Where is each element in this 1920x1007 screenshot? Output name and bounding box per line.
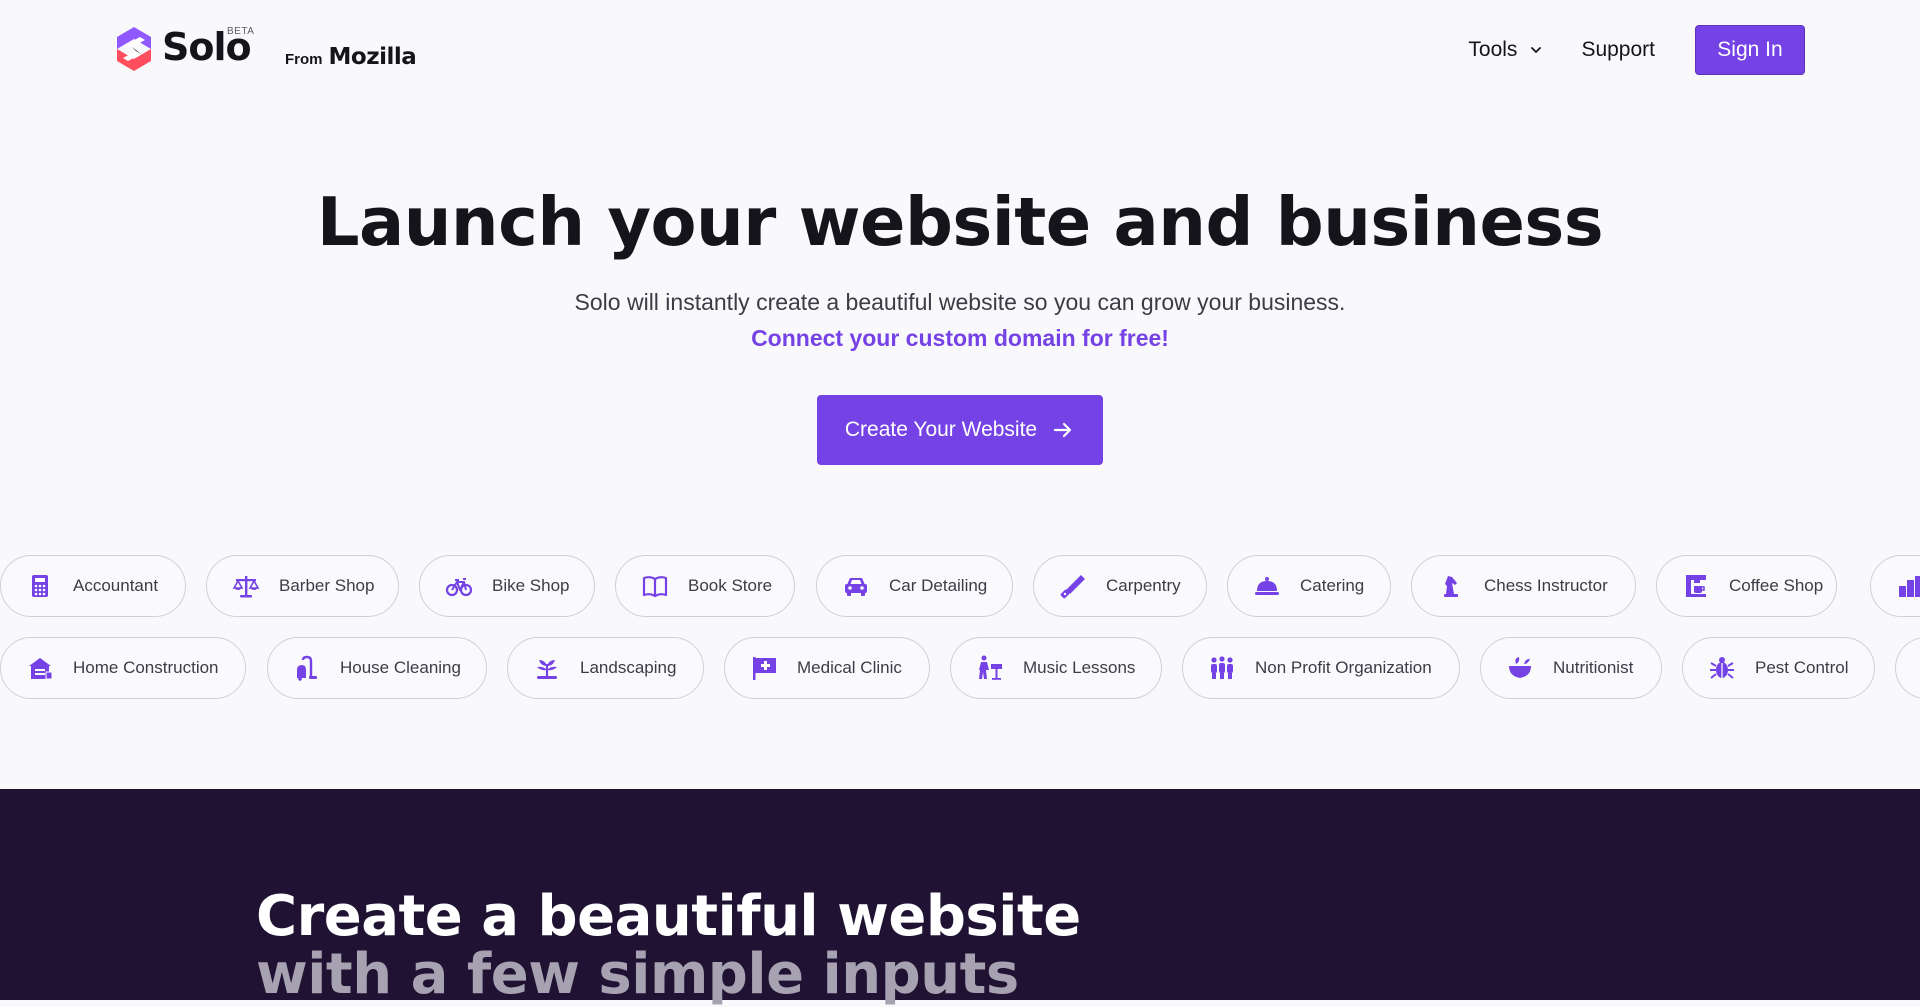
category-label: House Cleaning [340,658,461,677]
category-catering[interactable]: Catering [1227,555,1391,617]
cloche-icon [1252,571,1282,601]
site-header: Solo BETA From Mozilla Tools Support Sig… [0,0,1920,100]
category-label: Nutritionist [1553,658,1634,677]
book-icon [640,571,670,601]
category-label: Carpentry [1106,576,1181,595]
category-label: Landscaping [580,658,677,677]
category-home-construction[interactable]: Home Construction [0,637,246,699]
feature-section: Create a beautiful website with a few si… [0,789,1920,1007]
category-label: Accountant [73,576,159,595]
saw-icon [1058,571,1088,601]
category-label: Home Construction [73,658,219,677]
category-label: Car Detailing [889,576,988,595]
nav-support-link[interactable]: Support [1581,38,1655,62]
bicycle-icon [444,571,474,601]
vacuum-icon [292,653,322,683]
solo-logo-icon [117,27,151,71]
category-label: Barber Shop [279,576,375,595]
main-nav: Tools Support Sign In [1468,25,1805,75]
bug-icon [1707,653,1737,683]
category-nutritionist[interactable]: Nutritionist [1480,637,1662,699]
hero-subtitle: Solo will instantly create a beautiful w… [574,289,1346,315]
category-partial[interactable] [1895,637,1920,699]
category-chess-instructor[interactable]: Chess Instructor [1411,555,1636,617]
category-label: Non Profit Organization [1255,658,1432,677]
category-music-lessons[interactable]: Music Lessons [950,637,1162,699]
category-label: Book Store [688,576,773,595]
create-website-label: Create Your Website [844,418,1038,441]
music-stand-icon [975,653,1005,683]
category-label: Coffee Shop [1729,576,1824,595]
category-pest-control[interactable]: Pest Control [1682,637,1875,699]
house-construction-icon [25,653,55,683]
custom-domain-link[interactable]: Connect your custom domain for free! [0,325,1920,352]
category-bike-shop[interactable]: Bike Shop [419,555,595,617]
arrow-right-icon [1054,422,1072,438]
coffee-machine-icon [1681,571,1711,601]
building-icon [1895,571,1920,601]
nav-tools-label: Tools [1468,38,1518,61]
category-partial[interactable] [1870,555,1920,617]
category-row-1: Accountant Barber Shop Bike Shop Book St… [0,555,1920,617]
people-icon [1207,653,1237,683]
chess-knight-icon [1436,571,1466,601]
bowl-icon [1505,653,1535,683]
chevron-down-icon [1531,47,1542,53]
category-house-cleaning[interactable]: House Cleaning [267,637,487,699]
scale-icon [231,571,261,601]
category-non-profit[interactable]: Non Profit Organization [1182,637,1460,699]
category-car-detailing[interactable]: Car Detailing [816,555,1013,617]
category-carpentry[interactable]: Carpentry [1033,555,1207,617]
category-label: Chess Instructor [1484,576,1608,595]
from-label: From [285,51,323,68]
feature-subtitle: with a few simple inputs [256,942,1019,1007]
feature-title: Create a beautiful website [256,884,1081,949]
category-row-2: Home Construction House Cleaning Landsca… [0,637,1920,699]
category-label: Pest Control [1755,658,1849,677]
mozilla-wordmark: Mozilla [328,44,417,70]
hero-title: Launch your website and business [316,183,1604,261]
category-label: Music Lessons [1023,658,1136,677]
car-icon [841,571,871,601]
sign-in-button[interactable]: Sign In [1695,25,1805,75]
category-label: Catering [1300,576,1365,595]
calculator-icon [25,571,55,601]
nav-tools-dropdown[interactable]: Tools [1468,38,1543,62]
plant-icon [532,653,562,683]
category-medical-clinic[interactable]: Medical Clinic [724,637,930,699]
create-website-button[interactable]: Create Your Website [817,395,1103,465]
category-label: Bike Shop [492,576,570,595]
category-book-store[interactable]: Book Store [615,555,795,617]
from-mozilla: From Mozilla [285,44,417,70]
category-landscaping[interactable]: Landscaping [507,637,704,699]
category-label: Medical Clinic [797,658,902,677]
beta-badge: BETA [227,26,255,37]
nav-support-label: Support [1581,38,1655,61]
category-barber-shop[interactable]: Barber Shop [206,555,399,617]
category-accountant[interactable]: Accountant [0,555,186,617]
medical-flag-icon [749,653,779,683]
category-coffee-shop[interactable]: Coffee Shop [1656,555,1837,617]
